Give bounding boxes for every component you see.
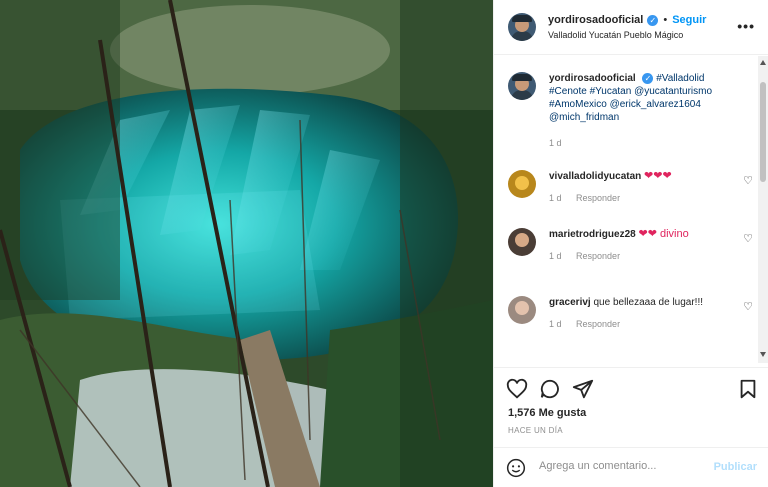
like-comment-icon[interactable]: ♡ <box>743 232 753 245</box>
like-comment-icon[interactable]: ♡ <box>743 300 753 313</box>
comment-composer: Publicar <box>494 447 768 487</box>
comment-text: ❤❤ divino <box>638 228 689 240</box>
author-avatar[interactable] <box>508 13 536 41</box>
follow-button[interactable]: Seguir <box>672 14 706 26</box>
separator-dot: • <box>663 14 668 26</box>
comment-username[interactable]: gracerivj <box>549 297 591 308</box>
like-count[interactable]: 1,576 Me gusta <box>508 407 586 419</box>
verified-badge-icon: ✓ <box>647 14 659 26</box>
comment-time[interactable]: 1 d <box>549 251 562 261</box>
comment-bubble-icon[interactable] <box>539 378 561 400</box>
post-header: yordirosadooficial ✓ • Seguir Valladolid… <box>494 0 768 55</box>
comment-time[interactable]: 1 d <box>549 193 562 203</box>
commenter-avatar[interactable] <box>508 296 536 324</box>
comment-username[interactable]: vivalladolidyucatan <box>549 171 641 182</box>
caption-time[interactable]: 1 d <box>549 138 562 148</box>
cenote-photo-illustration <box>0 0 493 487</box>
reply-button[interactable]: Responder <box>576 319 620 329</box>
comment-time[interactable]: 1 d <box>549 319 562 329</box>
post-side-panel: yordirosadooficial ✓ • Seguir Valladolid… <box>493 0 768 487</box>
like-comment-icon[interactable]: ♡ <box>743 174 753 187</box>
more-options-icon[interactable]: ••• <box>737 18 755 34</box>
scroll-up-icon[interactable] <box>760 60 766 65</box>
comments-list: yordirosadooficial ✓ #Valladolid #Cenote… <box>494 56 768 363</box>
save-bookmark-icon[interactable] <box>737 378 759 400</box>
reply-button[interactable]: Responder <box>576 193 620 203</box>
share-send-icon[interactable] <box>572 378 594 400</box>
verified-badge-icon: ✓ <box>642 73 654 84</box>
post-timestamp[interactable]: HACE UN DÍA <box>508 426 563 435</box>
post-actions: 1,576 Me gusta HACE UN DÍA <box>494 367 768 443</box>
scroll-down-icon[interactable] <box>760 352 766 357</box>
comment-text: ❤❤❤ <box>644 170 672 182</box>
emoji-icon[interactable] <box>506 458 526 478</box>
reply-button[interactable]: Responder <box>576 251 620 261</box>
caption-username[interactable]: yordirosadooficial <box>549 73 636 84</box>
caption-avatar[interactable] <box>508 72 536 100</box>
author-username[interactable]: yordirosadooficial <box>548 14 643 26</box>
commenter-avatar[interactable] <box>508 228 536 256</box>
comments-scrollbar[interactable] <box>758 56 768 363</box>
comment-text: que bellezaaa de lugar!!! <box>593 297 704 308</box>
commenter-avatar[interactable] <box>508 170 536 198</box>
scroll-thumb[interactable] <box>760 82 766 182</box>
post-photo[interactable] <box>0 0 493 487</box>
post-location[interactable]: Valladolid Yucatán Pueblo Mágico <box>548 30 706 40</box>
comment-username[interactable]: marietrodriguez28 <box>549 229 636 240</box>
instagram-post: yordirosadooficial ✓ • Seguir Valladolid… <box>0 0 768 487</box>
publish-button[interactable]: Publicar <box>714 461 757 473</box>
comment-input[interactable] <box>539 460 699 472</box>
like-heart-icon[interactable] <box>506 378 528 400</box>
